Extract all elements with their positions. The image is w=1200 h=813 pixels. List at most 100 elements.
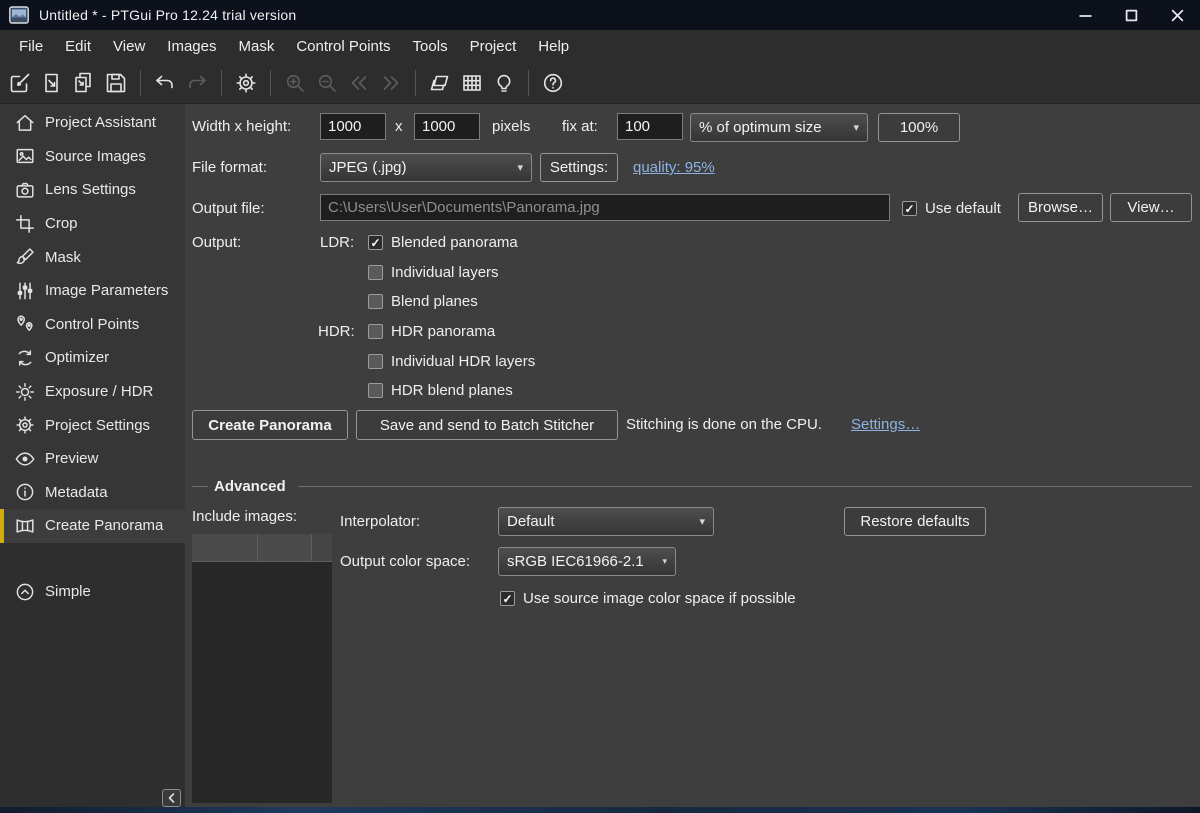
advanced-title: Advanced bbox=[214, 478, 286, 495]
help-icon[interactable] bbox=[537, 67, 569, 99]
sidebar-item-lens-settings[interactable]: Lens Settings bbox=[0, 173, 185, 207]
close-button[interactable] bbox=[1154, 0, 1200, 30]
detail-viewer-grid-icon[interactable] bbox=[456, 67, 488, 99]
interpolator-select[interactable]: Default▾ bbox=[498, 507, 714, 536]
sidebar-item-mask[interactable]: Mask bbox=[0, 240, 185, 274]
menu-mask[interactable]: Mask bbox=[227, 30, 285, 62]
toolbar-separator bbox=[221, 70, 222, 96]
chevron-left-icon bbox=[166, 792, 178, 804]
use-default-checkbox[interactable]: Use default bbox=[902, 200, 1001, 217]
undo-icon[interactable] bbox=[149, 67, 181, 99]
sidebar-item-source-images[interactable]: Source Images bbox=[0, 140, 185, 174]
open-project-icon[interactable] bbox=[36, 67, 68, 99]
sidebar-item-optimizer[interactable]: Optimizer bbox=[0, 341, 185, 375]
app-icon bbox=[9, 6, 29, 24]
format-settings-button[interactable]: Settings: bbox=[540, 153, 618, 182]
sidebar-item-metadata[interactable]: Metadata bbox=[0, 476, 185, 510]
fix-unit-select[interactable]: % of optimum size▾ bbox=[690, 113, 868, 142]
chevron-down-icon: ▾ bbox=[662, 556, 667, 567]
menu-images[interactable]: Images bbox=[156, 30, 227, 62]
advanced-rule bbox=[298, 486, 1192, 487]
brush-icon bbox=[14, 246, 36, 268]
output-label: Output: bbox=[192, 234, 241, 251]
individual-hdr-layers-checkbox[interactable]: Individual HDR layers bbox=[368, 353, 535, 370]
create-panorama-button[interactable]: Create Panorama bbox=[192, 410, 348, 440]
sidebar-item-control-points[interactable]: Control Points bbox=[0, 308, 185, 342]
output-file-label: Output file: bbox=[192, 200, 265, 217]
blend-planes-checkbox[interactable]: Blend planes bbox=[368, 293, 478, 310]
home-icon bbox=[14, 112, 36, 134]
panorama-icon bbox=[14, 515, 36, 537]
advanced-rule bbox=[192, 486, 208, 487]
width-input[interactable] bbox=[320, 113, 386, 140]
sidebar-item-exposure-hdr[interactable]: Exposure / HDR bbox=[0, 375, 185, 409]
menu-tools[interactable]: Tools bbox=[402, 30, 459, 62]
hdr-panorama-checkbox[interactable]: HDR panorama bbox=[368, 323, 495, 340]
sidebar-item-project-assistant[interactable]: Project Assistant bbox=[0, 106, 185, 140]
colorspace-select[interactable]: sRGB IEC61966-2.1▾ bbox=[498, 547, 676, 576]
restore-defaults-button[interactable]: Restore defaults bbox=[844, 507, 986, 536]
checkbox-box[interactable] bbox=[368, 354, 383, 369]
info-icon bbox=[14, 481, 36, 503]
toolbar-separator bbox=[140, 70, 141, 96]
menu-file[interactable]: File bbox=[8, 30, 54, 62]
menu-help[interactable]: Help bbox=[527, 30, 580, 62]
chevron-down-icon: ▾ bbox=[699, 515, 705, 528]
sliders-icon bbox=[14, 280, 36, 302]
save-icon[interactable] bbox=[100, 67, 132, 99]
hdr-blend-planes-checkbox[interactable]: HDR blend planes bbox=[368, 382, 513, 399]
sidebar-item-project-settings[interactable]: Project Settings bbox=[0, 408, 185, 442]
checkbox-box[interactable] bbox=[368, 294, 383, 309]
menu-control-points[interactable]: Control Points bbox=[285, 30, 401, 62]
output-file-input[interactable] bbox=[320, 194, 890, 221]
checkbox-box[interactable] bbox=[500, 591, 515, 606]
checkbox-box[interactable] bbox=[368, 265, 383, 280]
set-optimum-size-button[interactable]: 100% bbox=[878, 113, 960, 142]
window-title: Untitled * - PTGui Pro 12.24 trial versi… bbox=[39, 7, 296, 23]
sidebar-item-preview[interactable]: Preview bbox=[0, 442, 185, 476]
open-copy-icon[interactable] bbox=[68, 67, 100, 99]
minimize-button[interactable] bbox=[1062, 0, 1108, 30]
batch-stitcher-button[interactable]: Save and send to Batch Stitcher bbox=[356, 410, 618, 440]
browse-button[interactable]: Browse… bbox=[1018, 193, 1103, 222]
fix-value-input[interactable] bbox=[617, 113, 683, 140]
size-label: Width x height: bbox=[192, 118, 291, 135]
checkbox-box[interactable] bbox=[368, 235, 383, 250]
sidebar-item-simple[interactable]: Simple bbox=[0, 575, 185, 609]
file-format-select[interactable]: JPEG (.jpg)▾ bbox=[320, 153, 532, 182]
menu-edit[interactable]: Edit bbox=[54, 30, 102, 62]
sidebar-item-crop[interactable]: Crop bbox=[0, 207, 185, 241]
bottom-accent-bar bbox=[0, 807, 1200, 813]
ptgui-window: Untitled * - PTGui Pro 12.24 trial versi… bbox=[0, 0, 1200, 813]
eye-icon bbox=[14, 448, 36, 470]
chevron-down-icon: ▾ bbox=[517, 161, 523, 174]
titlebar: Untitled * - PTGui Pro 12.24 trial versi… bbox=[0, 0, 1200, 30]
maximize-button[interactable] bbox=[1108, 0, 1154, 30]
menu-view[interactable]: View bbox=[102, 30, 156, 62]
view-button[interactable]: View… bbox=[1110, 193, 1192, 222]
source-colorspace-checkbox[interactable]: Use source image color space if possible bbox=[500, 590, 796, 607]
refresh-icon bbox=[14, 347, 36, 369]
global-settings-gear-icon[interactable] bbox=[230, 67, 262, 99]
pixels-label: pixels bbox=[492, 118, 530, 135]
sidebar-item-image-parameters[interactable]: Image Parameters bbox=[0, 274, 185, 308]
assistant-bulb-icon[interactable] bbox=[488, 67, 520, 99]
quality-link[interactable]: quality: 95% bbox=[633, 159, 715, 176]
blended-panorama-checkbox[interactable]: Blended panorama bbox=[368, 234, 518, 251]
sidebar-collapse-button[interactable] bbox=[162, 789, 181, 807]
image-icon bbox=[14, 145, 36, 167]
gpu-settings-link[interactable]: Settings… bbox=[851, 416, 920, 433]
panorama-editor-icon[interactable] bbox=[424, 67, 456, 99]
menu-project[interactable]: Project bbox=[459, 30, 528, 62]
interpolator-label: Interpolator: bbox=[340, 513, 420, 530]
height-input[interactable] bbox=[414, 113, 480, 140]
fix-at-label: fix at: bbox=[562, 118, 598, 135]
checkbox-box[interactable] bbox=[902, 201, 917, 216]
new-project-icon[interactable] bbox=[4, 67, 36, 99]
zoom-in-icon bbox=[279, 67, 311, 99]
checkbox-box[interactable] bbox=[368, 383, 383, 398]
include-images-table[interactable] bbox=[192, 534, 332, 803]
sidebar-item-create-panorama[interactable]: Create Panorama bbox=[0, 509, 185, 543]
checkbox-box[interactable] bbox=[368, 324, 383, 339]
individual-layers-checkbox[interactable]: Individual layers bbox=[368, 264, 499, 281]
